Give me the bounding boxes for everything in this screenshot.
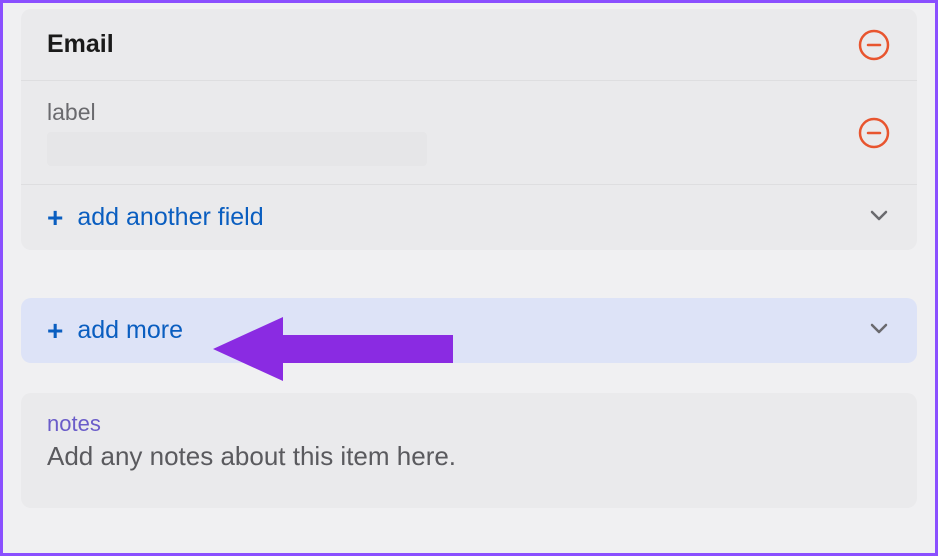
notes-label: notes bbox=[47, 411, 891, 437]
section-header-row: Email bbox=[21, 9, 917, 81]
notes-panel: notes Add any notes about this item here… bbox=[21, 393, 917, 508]
chevron-down-icon bbox=[867, 203, 891, 232]
add-another-field-button[interactable]: + add another field bbox=[21, 185, 917, 250]
field-label: label bbox=[47, 99, 857, 126]
remove-section-button[interactable] bbox=[857, 28, 891, 62]
notes-input[interactable]: Add any notes about this item here. bbox=[47, 441, 891, 472]
field-row[interactable]: label bbox=[21, 81, 917, 185]
field-content: label bbox=[47, 99, 857, 166]
remove-field-button[interactable] bbox=[857, 116, 891, 150]
remove-icon bbox=[858, 29, 890, 61]
add-more-button[interactable]: + add more bbox=[21, 298, 917, 363]
field-value-redacted bbox=[47, 132, 427, 166]
add-more-label: add more bbox=[77, 316, 867, 345]
add-field-label: add another field bbox=[77, 203, 867, 232]
plus-icon: + bbox=[47, 204, 63, 232]
remove-icon bbox=[858, 117, 890, 149]
chevron-down-icon bbox=[867, 316, 891, 345]
plus-icon: + bbox=[47, 317, 63, 345]
section-title: Email bbox=[47, 30, 857, 59]
email-section-panel: Email label + add another field bbox=[21, 9, 917, 250]
